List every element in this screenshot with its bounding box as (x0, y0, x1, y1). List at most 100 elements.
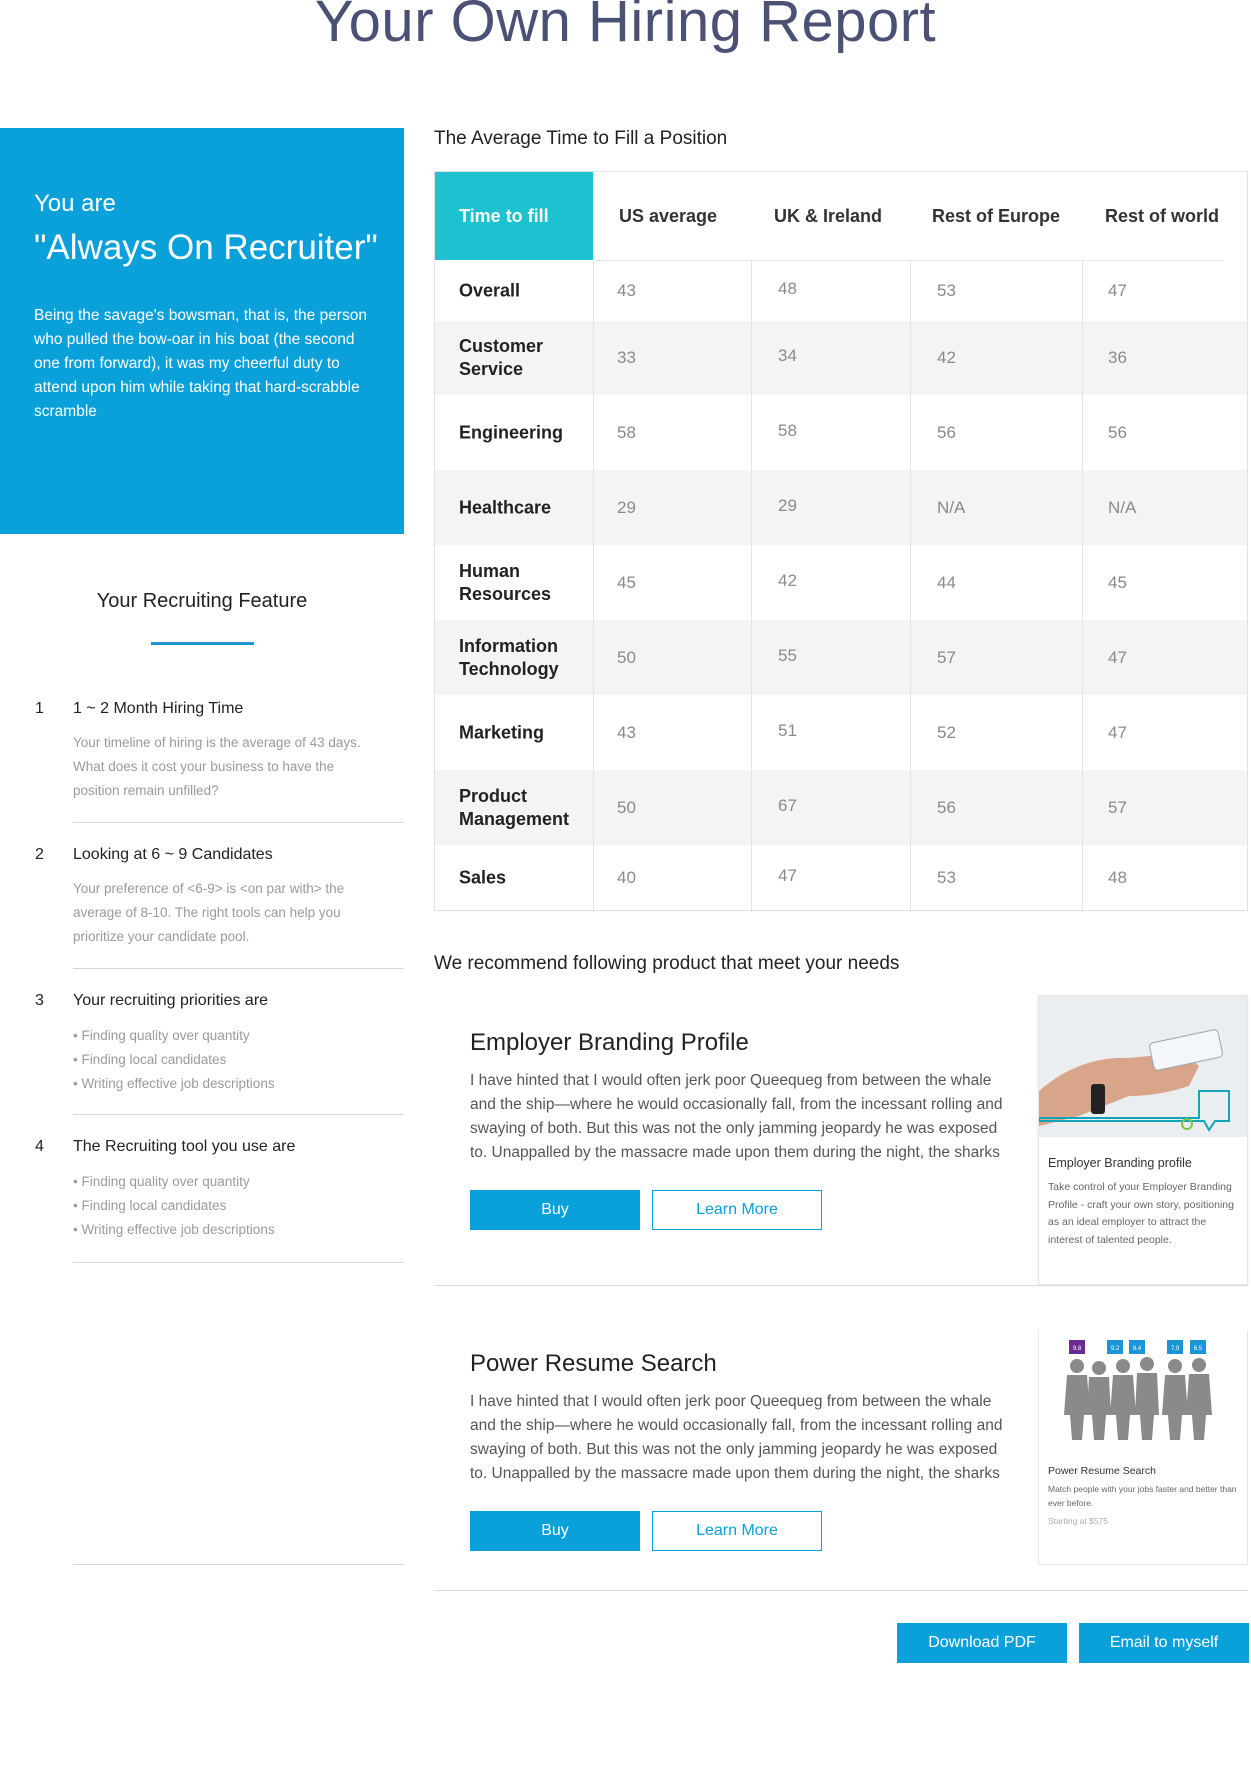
cell-us: 43 (617, 280, 636, 300)
bullet-item: • Writing effective job descriptions (73, 1076, 275, 1091)
cell-uk: 67 (778, 795, 797, 815)
product-employer-branding: Employer Branding Profile I have hinted … (434, 995, 1248, 1285)
bullet-item: • Finding quality over quantity (73, 1174, 250, 1189)
product-card: Employer Branding profile Take control o… (1038, 995, 1248, 1285)
feature-number: 1 (35, 700, 44, 717)
row-label: Customer Service (459, 336, 544, 379)
column-divider (751, 260, 752, 912)
product-name: Employer Branding Profile (470, 1029, 749, 1056)
table-header-time-to-fill: Time to fill (435, 172, 593, 260)
cell-europe: 44 (937, 572, 956, 592)
recommend-title: We recommend following product that meet… (434, 953, 900, 974)
table-row: Marketing 43 51 52 47 (435, 695, 1247, 770)
product-description: I have hinted that I would often jerk po… (470, 1072, 1003, 1161)
cell-europe: 57 (937, 647, 956, 667)
feature-divider (73, 1114, 404, 1115)
product-card: 9.8 9.2 8.4 7.9 6.5 Power Resume Search … (1038, 1330, 1248, 1565)
feature-body: Your preference of <6-9> is <on par with… (73, 881, 345, 944)
persona-panel: You are "Always On Recruiter" Being the … (0, 128, 404, 534)
cell-world: 56 (1108, 422, 1127, 442)
card-description: Take control of your Employer Branding P… (1048, 1181, 1234, 1246)
cell-world: 57 (1108, 797, 1127, 817)
cell-us: 43 (617, 722, 636, 742)
cell-us: 40 (617, 867, 636, 887)
people-scores-illustration: 9.8 9.2 8.4 7.9 6.5 (1064, 1340, 1212, 1440)
feature-divider (73, 822, 404, 823)
row-label: Overall (459, 280, 521, 300)
feature-bullets: • Finding quality over quantity • Findin… (73, 1024, 275, 1096)
hand-phone-illustration (1039, 996, 1247, 1137)
you-are-label: You are (34, 190, 116, 217)
cell-us: 58 (617, 422, 636, 442)
cell-uk: 58 (778, 420, 797, 440)
bullet-item: • Finding local candidates (73, 1198, 227, 1213)
score-value: 6.5 (1194, 1346, 1203, 1352)
card-title: Power Resume Search (1048, 1465, 1156, 1477)
persona-description: Being the savage's bowsman, that is, the… (34, 307, 367, 420)
cell-uk: 51 (778, 720, 797, 740)
product-power-resume-search: Power Resume Search I have hinted that I… (434, 1330, 1248, 1590)
product-name: Power Resume Search (470, 1350, 717, 1377)
features-title-underline (151, 642, 254, 645)
product-description: I have hinted that I would often jerk po… (470, 1393, 1003, 1482)
cell-us: 45 (617, 572, 636, 592)
table-header-europe: Rest of Europe (932, 205, 1061, 226)
product-separator (434, 1285, 1248, 1286)
email-myself-button[interactable]: Email to myself (1079, 1623, 1249, 1663)
feature-divider (73, 1262, 404, 1263)
bullet-item: • Finding quality over quantity (73, 1028, 250, 1043)
row-label: Information Technology (459, 635, 559, 679)
table-row: Customer Service 33 34 42 36 (435, 321, 1247, 395)
download-pdf-button[interactable]: Download PDF (897, 1623, 1067, 1663)
row-label: Engineering (459, 422, 564, 442)
learn-more-button[interactable]: Learn More (652, 1190, 822, 1230)
row-label: Human Resources (459, 560, 552, 604)
row-label: Healthcare (459, 497, 552, 517)
card-description: Match people with your jobs faster and b… (1048, 1484, 1237, 1508)
score-value: 9.2 (1111, 1346, 1120, 1352)
buy-button[interactable]: Buy (470, 1511, 640, 1551)
table-row: Healthcare 29 29 N/A N/A (435, 470, 1247, 545)
cell-europe: N/A (937, 497, 966, 517)
score-value: 7.9 (1171, 1346, 1180, 1352)
table-row: Sales 40 47 53 48 (435, 845, 1247, 910)
cell-us: 50 (617, 647, 636, 667)
row-label: Sales (459, 867, 507, 887)
cell-world: 47 (1108, 647, 1127, 667)
row-label: Product Management (459, 785, 570, 829)
feature-number: 4 (35, 1138, 44, 1155)
cell-world: 36 (1108, 348, 1127, 367)
cell-world: 47 (1108, 722, 1127, 742)
cell-uk: 29 (778, 495, 797, 515)
feature-heading: Your recruiting priorities are (73, 992, 269, 1009)
cell-uk: 48 (778, 278, 797, 298)
cell-uk: 34 (778, 346, 797, 365)
feature-divider (73, 968, 404, 969)
table-header-us: US average (619, 205, 718, 226)
feature-number: 3 (35, 992, 44, 1009)
cell-uk: 55 (778, 645, 797, 665)
product-separator (434, 1590, 1248, 1591)
time-to-fill-table: Time to fill US average UK & Ireland Res… (434, 171, 1248, 912)
cell-europe: 42 (937, 348, 956, 367)
table-header-uk: UK & Ireland (774, 205, 883, 226)
page-title: Your Own Hiring Report (314, 0, 937, 54)
buy-button[interactable]: Buy (470, 1190, 640, 1230)
card-price: Starting at $575 (1048, 1516, 1109, 1526)
table-row: Information Technology 50 55 57 47 (435, 620, 1247, 695)
time-table-title: The Average Time to Fill a Position (434, 128, 728, 149)
learn-more-button[interactable]: Learn More (652, 1511, 822, 1551)
persona-title: "Always On Recruiter" (34, 228, 378, 267)
cell-world: 47 (1108, 280, 1127, 300)
cell-us: 50 (617, 797, 636, 817)
feature-number: 2 (35, 846, 44, 863)
feature-heading: The Recruiting tool you use are (73, 1138, 296, 1155)
table-row: Overall 43 48 53 47 (435, 260, 1247, 321)
cell-uk: 42 (778, 570, 797, 590)
column-divider (910, 260, 911, 912)
card-title: Employer Branding profile (1048, 1156, 1192, 1170)
column-divider (1082, 260, 1083, 912)
score-value: 9.8 (1073, 1346, 1082, 1352)
column-divider (593, 260, 594, 912)
bullet-item: • Finding local candidates (73, 1052, 227, 1067)
